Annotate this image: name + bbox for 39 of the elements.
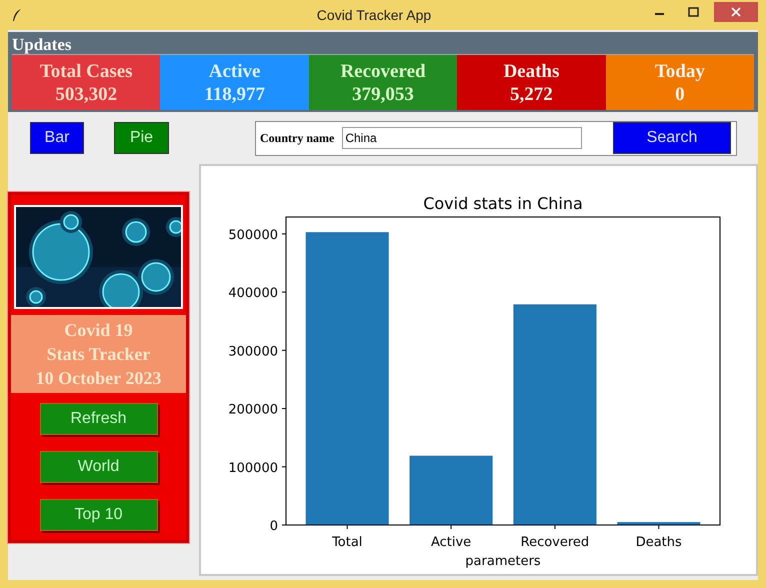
close-button[interactable] (714, 2, 758, 22)
x-tick-label: Total (332, 535, 362, 550)
stat-label: Total Cases (40, 60, 133, 82)
stat-value: 5,272 (510, 82, 553, 106)
x-tick-label: Active (430, 535, 472, 550)
stat-value: 379,053 (352, 82, 414, 106)
y-tick-label: 0 (270, 519, 278, 534)
close-icon (730, 7, 741, 17)
banner-text: Stats Tracker (46, 343, 150, 366)
y-tick-label: 200000 (228, 402, 278, 418)
window-title: Covid Tracker App (316, 7, 432, 23)
field-label: Country name (260, 130, 334, 146)
x-axis-label: parameters (465, 554, 541, 569)
country-field[interactable]: China (342, 127, 582, 149)
stat-label: Deaths (503, 60, 560, 82)
y-tick-label: 100000 (228, 460, 278, 476)
stat-value: 0 (675, 82, 685, 106)
x-tick-label: Recovered (520, 535, 590, 550)
sidebar-button[interactable]: Refresh (40, 403, 158, 435)
stat-label: Today (654, 60, 705, 82)
y-tick-label: 300000 (228, 344, 278, 360)
y-tick-label: 400000 (228, 286, 278, 302)
banner-text: 10 October 2023 (36, 367, 162, 390)
x-tick-label: Deaths (636, 535, 682, 550)
maximize-icon (688, 7, 700, 17)
stat-label: Active (208, 60, 260, 82)
chart-type-button[interactable]: Pie (114, 122, 169, 154)
y-tick-label: 500000 (228, 228, 278, 243)
group-label: Updates (12, 36, 73, 54)
banner-text: Covid 19 (64, 319, 133, 342)
search-button[interactable]: Search (613, 122, 731, 154)
chart-type-button[interactable]: Bar (30, 122, 84, 154)
stat-label: Recovered (340, 60, 426, 82)
sidebar-button[interactable]: Top 10 (40, 499, 158, 531)
stat-value: 118,977 (204, 82, 265, 106)
sidebar-button[interactable]: World (40, 451, 158, 483)
chart-title: Covid stats in China (423, 194, 583, 213)
stat-value: 503,302 (55, 82, 118, 106)
feather-icon (12, 8, 22, 22)
